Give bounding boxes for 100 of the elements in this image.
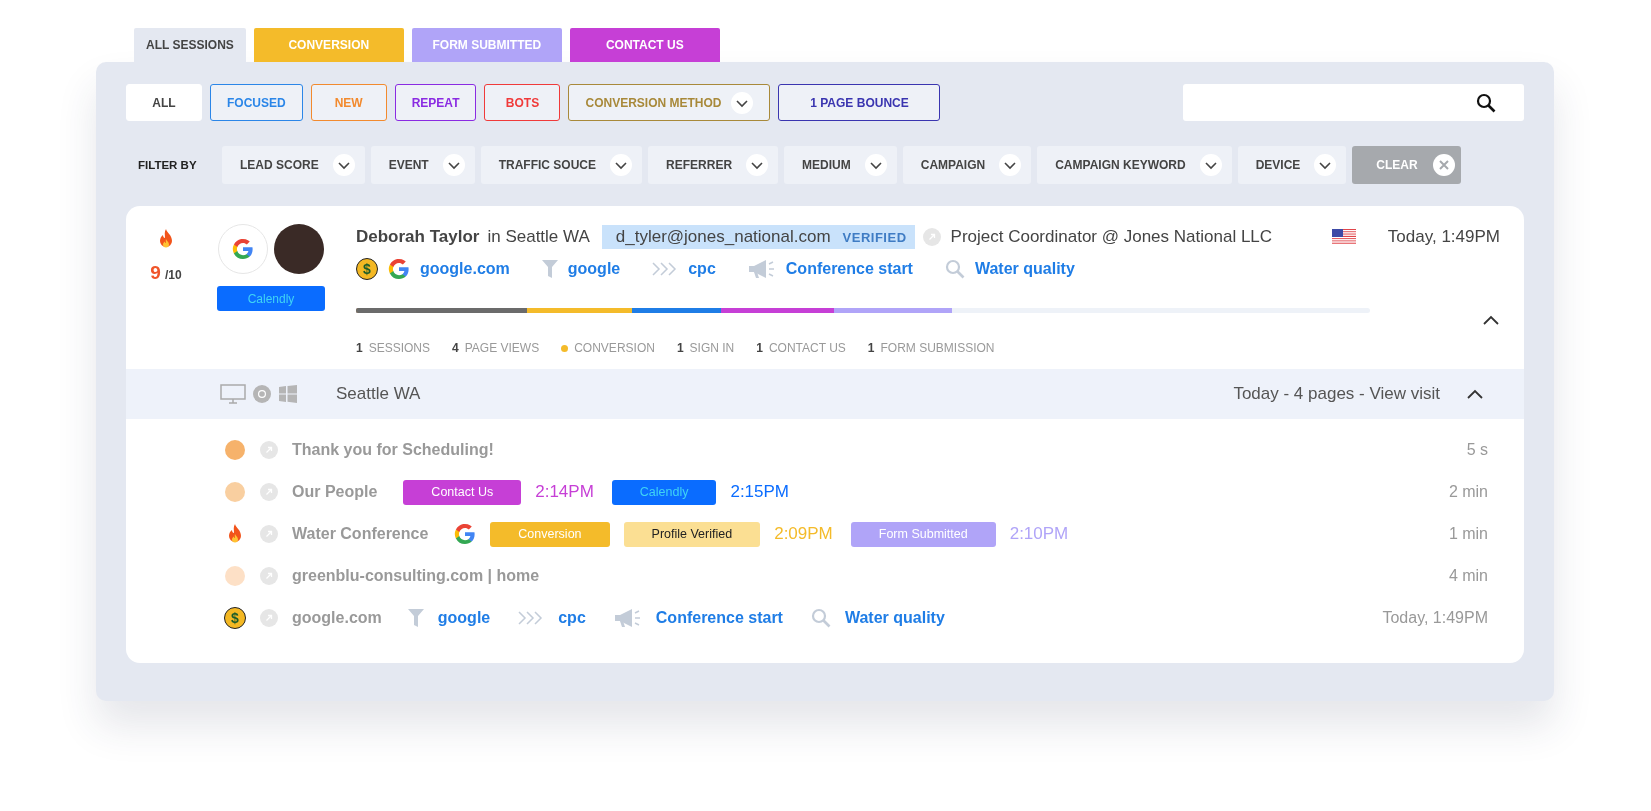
clear-button[interactable]: CLEAR <box>1352 146 1462 184</box>
stat-count: 1 <box>676 341 684 355</box>
chevron-up-icon[interactable] <box>1466 388 1484 400</box>
megaphone-icon <box>613 608 642 628</box>
chevron-down-icon[interactable] <box>864 154 887 176</box>
filter-dropdown-label: TRAFFIC SOUCE <box>498 158 597 172</box>
segment-button[interactable]: 1 PAGE BOUNCE <box>778 84 941 121</box>
event-tag: Form Submitted <box>850 521 996 547</box>
google-g-icon <box>454 523 477 545</box>
chevron-down-icon[interactable] <box>610 154 633 176</box>
filter-dropdown[interactable]: CAMPAIGN <box>902 146 1032 184</box>
visit-header[interactable]: Seattle WA Today - 4 pages - View visit <box>126 369 1524 419</box>
chevron-down-icon[interactable] <box>746 154 769 176</box>
source-badge[interactable]: Calendly <box>217 286 325 311</box>
funnel-icon <box>407 608 424 628</box>
funnel-icon <box>541 259 558 279</box>
google-g-icon <box>232 238 254 260</box>
magnifier-icon <box>810 608 831 628</box>
page-duration: Today, 1:49PM <box>1382 609 1488 627</box>
stat-label: CONTACT US <box>768 341 846 355</box>
fire-icon <box>226 523 244 545</box>
monitor-icon <box>220 384 246 404</box>
magnifier-icon <box>944 259 965 279</box>
medium-link[interactable]: cpc <box>688 260 716 278</box>
browser-icon <box>252 384 272 404</box>
fire-icon <box>157 228 175 250</box>
conversion-method-dropdown[interactable]: CONVERSION METHOD <box>568 84 771 121</box>
event-time: 2:10PM <box>1009 524 1069 544</box>
chevron-down-icon[interactable] <box>1199 154 1222 176</box>
page-duration: 2 min <box>1448 483 1488 501</box>
page-title[interactable]: Our People <box>292 483 378 501</box>
stat-label: PAGE VIEWS <box>464 341 540 355</box>
tab[interactable]: ALL SESSIONS <box>134 28 246 62</box>
search-field[interactable] <box>1183 84 1524 121</box>
segment-button[interactable]: FOCUSED <box>210 84 303 121</box>
filter-dropdown[interactable]: TRAFFIC SOUCE <box>480 146 643 184</box>
stat-label: SESSIONS <box>368 341 431 355</box>
event-time: 2:15PM <box>730 482 790 502</box>
filter-dropdown-label: CAMPAIGN KEYWORD <box>1055 158 1186 172</box>
avatar-photo-placeholder <box>274 224 324 274</box>
clear-label: CLEAR <box>1376 158 1418 172</box>
megaphone-icon <box>747 259 776 279</box>
segment-button[interactable]: BOTS <box>484 84 561 121</box>
dropdown-label: CONVERSION METHOD <box>585 95 722 110</box>
domain-link[interactable]: google.com <box>420 260 510 278</box>
event-time: 2:09PM <box>774 524 833 544</box>
tab[interactable]: FORM SUBMITTED <box>411 28 562 62</box>
stat-label: SIGN IN <box>689 341 735 355</box>
search-icon[interactable] <box>1476 92 1496 113</box>
stat-label: FORM SUBMISSION <box>880 341 995 355</box>
page-title[interactable]: greenblu-consulting.com | home <box>292 567 540 585</box>
filter-dropdown-label: REFERRER <box>666 158 733 172</box>
filter-dropdown[interactable]: CAMPAIGN KEYWORD <box>1037 146 1232 184</box>
filter-dropdown-label: DEVICE <box>1255 158 1301 172</box>
job-title: Project Coordinator @ Jones National LLC <box>950 227 1273 247</box>
windows-icon <box>278 384 298 404</box>
campaign-link[interactable]: Conference start <box>785 260 913 278</box>
filter-dropdown-label: EVENT <box>388 158 429 172</box>
source-link[interactable]: google <box>567 260 621 278</box>
chevron-down-icon[interactable] <box>332 154 355 176</box>
segment-button[interactable]: NEW <box>310 84 387 121</box>
triple-chevron-icon <box>652 262 679 276</box>
chevron-down-icon[interactable] <box>731 91 754 114</box>
event-tag: Calendly <box>611 479 717 505</box>
dollar-coin-icon: $ <box>224 607 246 629</box>
visit-summary[interactable]: Today - 4 pages - View visit <box>1233 384 1440 404</box>
chevron-down-icon[interactable] <box>999 154 1022 176</box>
keyword-link[interactable]: Water quality <box>844 609 945 627</box>
filter-dropdown[interactable]: EVENT <box>370 146 475 184</box>
keyword-link[interactable]: Water quality <box>974 260 1075 278</box>
flag-icon <box>1331 229 1356 245</box>
verified-label: VERIFIED <box>842 229 907 245</box>
visit-location: Seattle WA <box>336 384 421 404</box>
filter-dropdown[interactable]: LEAD SCORE <box>222 146 365 184</box>
close-icon[interactable] <box>1433 154 1456 176</box>
filter-dropdown-label: MEDIUM <box>802 158 851 172</box>
page-title[interactable]: Thank you for Scheduling! <box>292 441 494 459</box>
stat-count: 1 <box>356 341 363 355</box>
event-time: 2:14PM <box>535 482 594 502</box>
campaign-link[interactable]: Conference start <box>655 609 783 627</box>
page-title[interactable]: google.com <box>292 609 382 627</box>
segment-button[interactable]: REPEAT <box>394 84 477 121</box>
segment-button[interactable]: ALL <box>126 84 202 121</box>
tab[interactable]: CONTACT US <box>569 28 720 62</box>
chevron-up-icon[interactable] <box>1482 314 1500 326</box>
filter-dropdown[interactable]: DEVICE <box>1237 146 1347 184</box>
page-title[interactable]: Water Conference <box>292 525 429 543</box>
filter-dropdown[interactable]: REFERRER <box>648 146 779 184</box>
medium-link[interactable]: cpc <box>558 609 586 627</box>
contact-name[interactable]: Deborah Taylor <box>356 227 480 247</box>
dollar-coin-icon: $ <box>356 258 378 280</box>
filter-dropdown-label: CAMPAIGN <box>920 158 986 172</box>
lead-score: 9 <box>150 262 161 284</box>
source-link[interactable]: google <box>437 609 491 627</box>
event-tag: Conversion <box>490 521 610 547</box>
filter-label: FILTER BY <box>137 159 198 171</box>
google-g-icon <box>388 258 410 280</box>
filter-dropdown[interactable]: MEDIUM <box>784 146 897 184</box>
chevron-down-icon[interactable] <box>442 154 465 176</box>
chevron-down-icon[interactable] <box>1314 154 1337 176</box>
